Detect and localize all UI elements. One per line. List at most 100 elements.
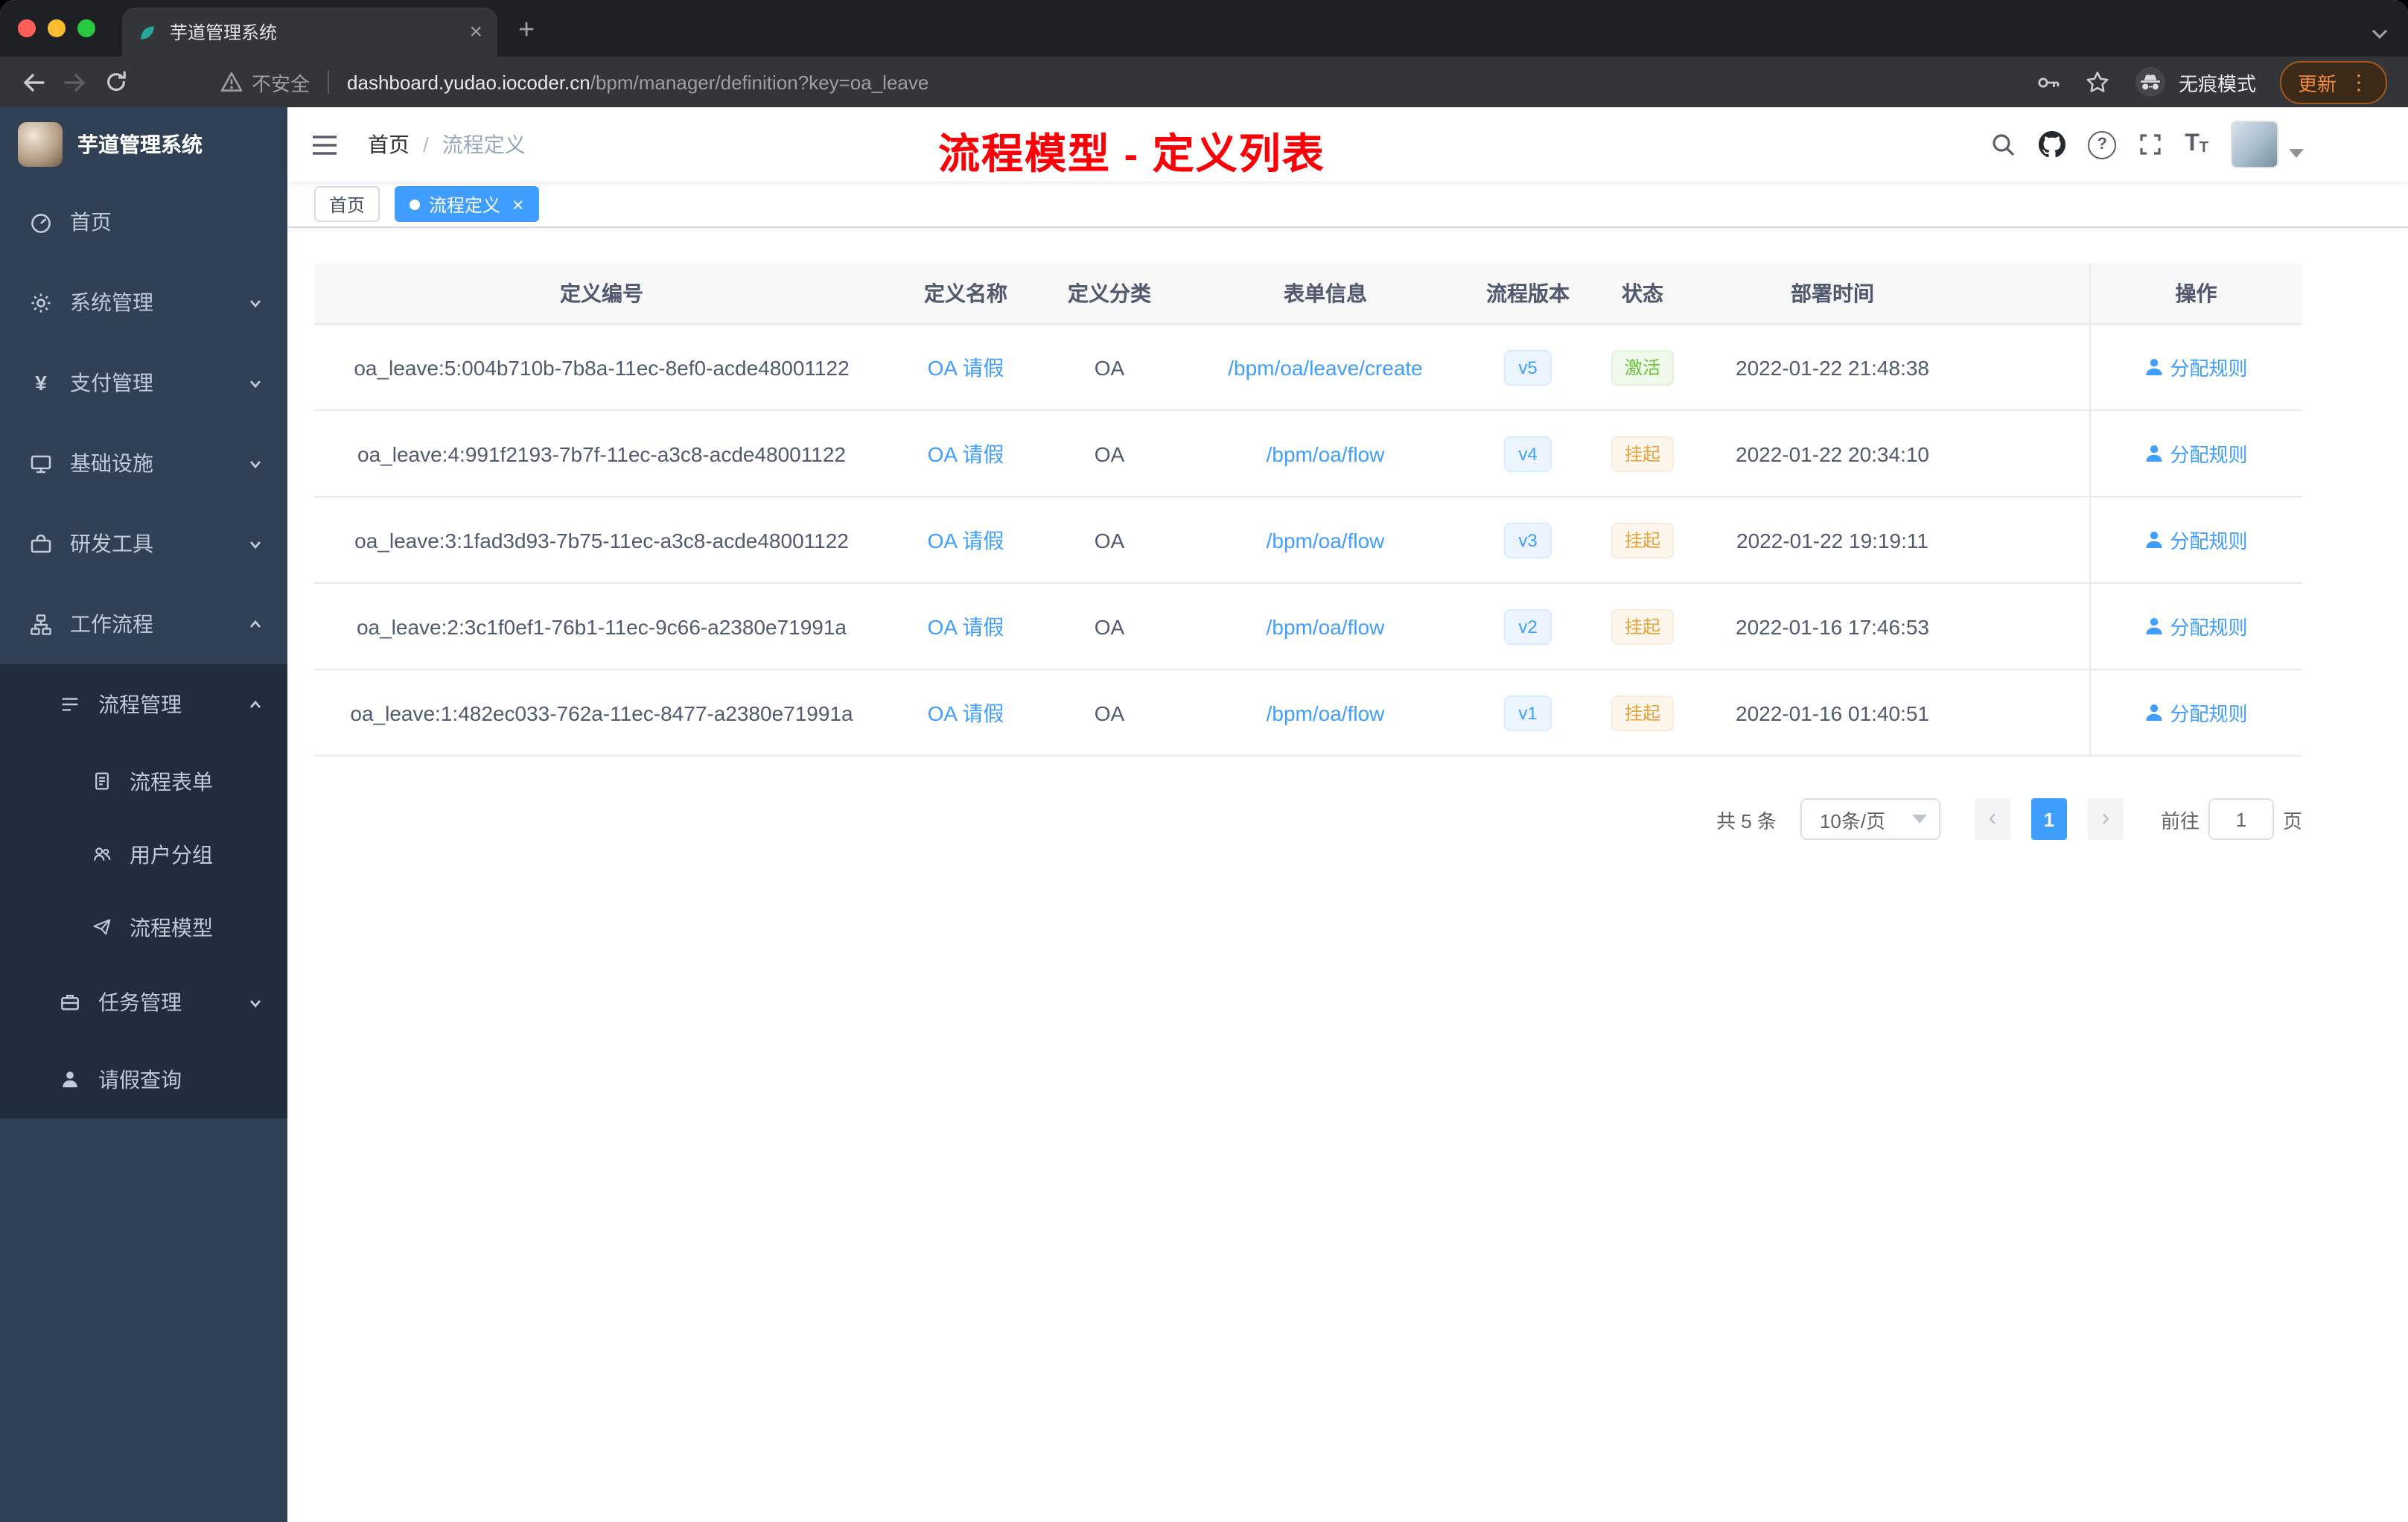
brand-logo [18,122,63,167]
page-number-button[interactable]: 1 [2030,798,2067,840]
sidebar-item-system[interactable]: 系统管理 [0,262,287,343]
breadcrumb: 首页 / 流程定义 [368,130,526,159]
minimize-window-button[interactable] [48,19,66,37]
assign-rule-link[interactable]: 分配规则 [2144,612,2248,640]
incognito-indicator: 无痕模式 [2134,66,2256,98]
definition-name-link[interactable]: OA 请假 [928,614,1004,638]
people-icon [93,847,111,861]
security-indicator[interactable]: 不安全 [220,68,310,96]
app-header: 首页 / 流程定义 流程模型 - 定义列表 ? TT [287,107,2408,182]
assign-rule-link[interactable]: 分配规则 [2144,698,2248,727]
window-controls [18,19,95,37]
user-menu[interactable] [2231,121,2304,168]
bookmark-star-icon[interactable] [2085,69,2110,95]
sidebar-item-home[interactable]: 首页 [0,182,287,262]
col-definition-name: 定义名称 [889,264,1042,325]
assign-rule-link[interactable]: 分配规则 [2144,526,2248,554]
tag-home[interactable]: 首页 [314,186,380,222]
definition-name-link[interactable]: OA 请假 [928,442,1004,465]
sidebar-item-process-mgmt[interactable]: 流程管理 [0,664,287,745]
definition-name-link[interactable]: OA 请假 [928,528,1004,552]
goto-page-input[interactable] [2208,798,2274,840]
tab-search-chevron-icon[interactable] [2371,21,2389,48]
new-tab-button[interactable]: + [518,16,535,45]
sidebar-item-process-form[interactable]: 流程表单 [0,745,287,818]
assign-rule-link[interactable]: 分配规则 [2144,439,2248,468]
sidebar-item-infrastructure[interactable]: 基础设施 [0,423,287,503]
sidebar-item-user-group[interactable]: 用户分组 [0,818,287,891]
font-size-icon[interactable]: TT [2185,132,2208,156]
search-icon[interactable] [1991,132,2016,157]
browser-toolbar: 不安全 dashboard.yudao.iocoder.cn/bpm/manag… [0,57,2408,107]
menu-dots-icon[interactable]: ⋮ [2348,71,2369,92]
warning-icon [220,72,243,92]
toolbox-icon [31,533,51,553]
goto-unit: 页 [2282,809,2302,832]
caret-down-icon [2289,149,2304,158]
sidebar-toggle-button[interactable] [311,133,338,156]
close-window-button[interactable] [18,19,36,37]
incognito-icon [2135,67,2165,97]
password-key-icon[interactable] [2036,69,2061,95]
filler-cell [1961,669,2089,757]
active-dot [410,199,421,209]
favicon-icon [141,25,154,39]
fullscreen-icon[interactable] [2138,133,2162,156]
browser-tab[interactable]: 芋道管理系统 × [122,7,497,57]
assign-rule-link[interactable]: 分配规则 [2144,353,2248,381]
form-link[interactable]: /bpm/oa/flow [1267,528,1385,552]
browser-update-button[interactable]: 更新 ⋮ [2279,60,2387,104]
form-link[interactable]: /bpm/oa/flow [1267,442,1385,465]
deploy-time: 2022-01-22 20:34:10 [1704,410,1961,497]
address-bar[interactable]: 不安全 dashboard.yudao.iocoder.cn/bpm/manag… [220,68,929,96]
page-size-select[interactable]: 10条/页 [1800,798,1940,840]
filler-cell [1961,324,2089,411]
user-icon [2146,359,2163,375]
forward-button[interactable] [54,69,95,95]
caret-down-icon [1911,815,1927,824]
maximize-window-button[interactable] [77,19,95,37]
sidebar-item-dev-tools[interactable]: 研发工具 [0,503,287,584]
definition-id: oa_leave:4:991f2193-7b7f-11ec-a3c8-acde4… [314,410,889,497]
col-status: 状态 [1582,264,1704,325]
form-link[interactable]: /bpm/oa/leave/create [1228,355,1423,379]
github-icon[interactable] [2039,131,2066,158]
sidebar-item-task-mgmt[interactable]: 任务管理 [0,964,287,1041]
sidebar-item-payment[interactable]: ¥ 支付管理 [0,343,287,423]
version-badge: v2 [1503,608,1552,644]
brand[interactable]: 芋道管理系统 [0,107,287,182]
user-icon [2146,532,2163,548]
col-definition-id: 定义编号 [314,264,889,325]
tag-close-icon[interactable]: × [512,194,523,214]
definition-table: 定义编号 定义名称 定义分类 表单信息 流程版本 状态 部署时间 操作 oa_l… [314,264,2302,757]
brand-title: 芋道管理系统 [77,133,203,156]
chevron-down-icon [249,999,261,1007]
definition-name-link[interactable]: OA 请假 [928,701,1004,725]
sidebar-item-process-model[interactable]: 流程模型 [0,891,287,964]
tag-process-definition[interactable]: 流程定义 × [395,186,539,222]
user-icon [2146,704,2163,721]
chevron-up-icon [249,699,261,707]
help-icon[interactable]: ? [2088,130,2117,159]
version-badge: v4 [1503,436,1552,471]
incognito-label: 无痕模式 [2178,72,2256,95]
sidebar-item-workflow[interactable]: 工作流程 [0,584,287,664]
back-button[interactable] [12,69,54,95]
prev-page-button[interactable]: ‹ [1974,798,2010,840]
deploy-time: 2022-01-16 17:46:53 [1704,583,1961,670]
avatar[interactable] [2231,121,2278,168]
paper-plane-icon [93,919,111,935]
form-link[interactable]: /bpm/oa/flow [1267,614,1385,638]
breadcrumb-home[interactable]: 首页 [368,130,410,159]
next-page-button[interactable]: › [2087,798,2124,840]
tab-close-icon[interactable]: × [469,21,482,43]
definition-name-link[interactable]: OA 请假 [928,355,1004,379]
form-link[interactable]: /bpm/oa/flow [1267,701,1385,725]
status-badge: 挂起 [1611,522,1674,558]
browser-tab-strip: 芋道管理系统 × + [0,0,2408,57]
version-badge: v1 [1503,695,1552,730]
url-text[interactable]: dashboard.yudao.iocoder.cn/bpm/manager/d… [347,71,929,93]
filler-cell [1961,410,2089,497]
reload-button[interactable] [95,70,137,94]
sidebar-item-leave-query[interactable]: 请假查询 [0,1041,287,1118]
